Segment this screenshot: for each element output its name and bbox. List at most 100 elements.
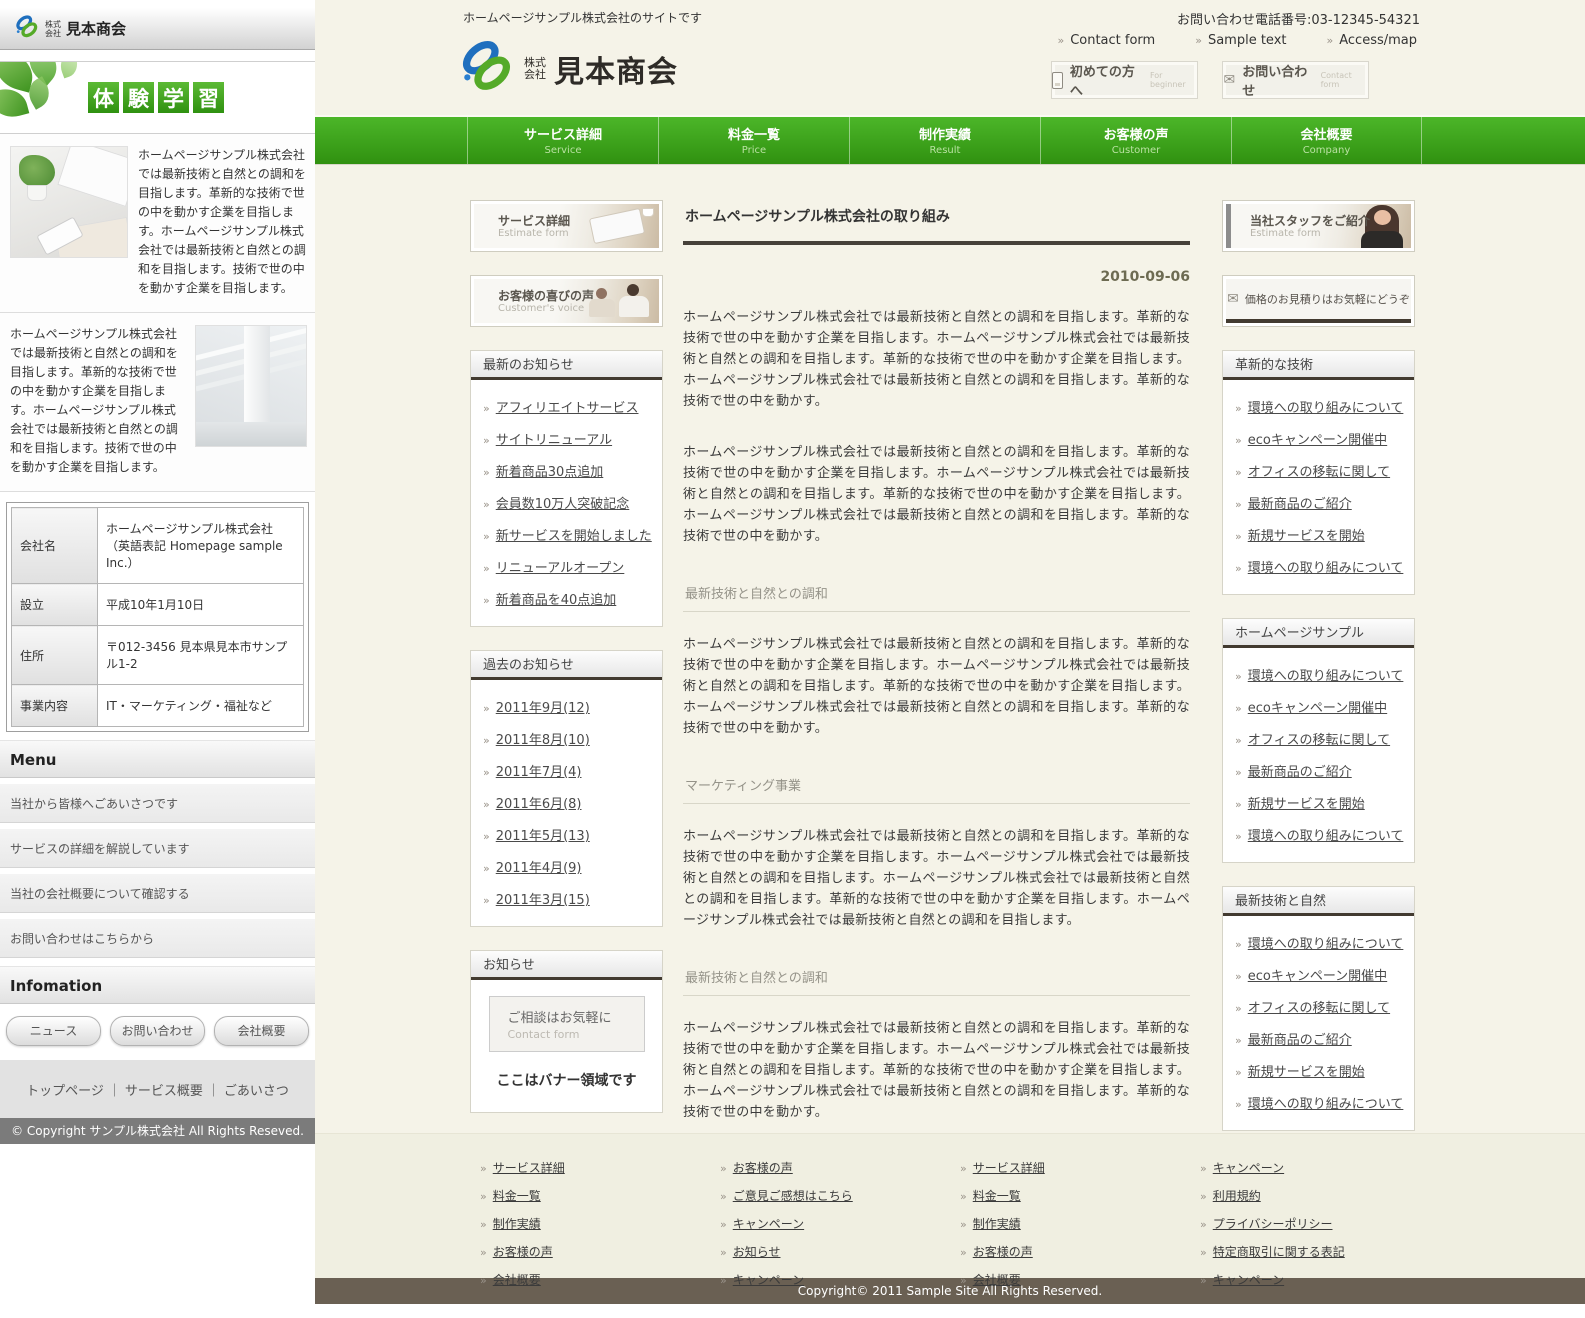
side-link[interactable]: ecoキャンペーン開催中 bbox=[1248, 429, 1387, 448]
side-link[interactable]: 最新商品のご紹介 bbox=[1248, 493, 1352, 512]
nav-item-company[interactable]: 会社概要 Company bbox=[1231, 117, 1422, 164]
side-link[interactable]: 最新商品のご紹介 bbox=[1248, 761, 1352, 780]
side-link[interactable]: オフィスの移転に関して bbox=[1248, 729, 1390, 748]
footer-link[interactable]: 料金一覧 bbox=[493, 1187, 541, 1204]
footer-link[interactable]: ご意見ご感想はこちら bbox=[733, 1187, 853, 1204]
archive-link[interactable]: 2011年8月(10) bbox=[496, 729, 590, 748]
logo-prefix-bottom: 会社 bbox=[45, 29, 61, 38]
archive-link[interactable]: 2011年7月(4) bbox=[496, 761, 582, 780]
news-link[interactable]: 新着商品30点追加 bbox=[496, 461, 604, 480]
consultation-banner[interactable]: ご相談はお気軽に Contact form bbox=[489, 996, 645, 1052]
sidebar-logo[interactable]: 株式会社 見本商会 bbox=[0, 8, 315, 50]
list-item: »リニューアルオープン bbox=[483, 550, 654, 582]
side-link[interactable]: オフィスの移転に関して bbox=[1248, 997, 1390, 1016]
footer-link[interactable]: サービス詳細 bbox=[973, 1159, 1045, 1176]
contact-button[interactable]: お問い合わせ bbox=[110, 1016, 205, 1046]
mail-icon: ✉ bbox=[1227, 292, 1239, 306]
primary-nav: サービス詳細 Service 料金一覧 Price 制作実績 Result お客… bbox=[315, 115, 1585, 165]
arrow-icon: » bbox=[960, 1246, 967, 1259]
side-link[interactable]: オフィスの移転に関して bbox=[1248, 461, 1390, 480]
arrow-icon: » bbox=[1327, 34, 1334, 47]
archive-link[interactable]: 2011年5月(13) bbox=[496, 825, 590, 844]
desk-photo bbox=[10, 146, 128, 258]
nav-item-result[interactable]: 制作実績 Result bbox=[849, 117, 1040, 164]
side-link[interactable]: 新規サービスを開始 bbox=[1248, 793, 1365, 812]
staff-banner[interactable]: 当社スタッフをご紹介 Estimate form bbox=[1222, 200, 1415, 252]
header-logo[interactable]: 株式会社 見本商会 bbox=[458, 40, 678, 98]
news-link[interactable]: 新サービスを開始しました bbox=[496, 525, 652, 544]
arrow-icon: » bbox=[1200, 1246, 1207, 1259]
service-detail-banner[interactable]: サービス詳細 Estimate form bbox=[470, 200, 663, 252]
contact-form-link[interactable]: Contact form bbox=[1070, 33, 1155, 48]
footer-link[interactable]: 料金一覧 bbox=[973, 1187, 1021, 1204]
side-link[interactable]: 最新商品のご紹介 bbox=[1248, 1029, 1352, 1048]
customer-voice-banner[interactable]: お客様の喜びの声 Customer's voice bbox=[470, 275, 663, 327]
side-link[interactable]: 環境への取り組みについて bbox=[1248, 1093, 1404, 1112]
nav-item-price[interactable]: 料金一覧 Price bbox=[658, 117, 849, 164]
table-row: 住所 〒012-3456 見本県見本市サンプル1-2 bbox=[12, 626, 304, 685]
footer-link[interactable]: プライバシーポリシー bbox=[1213, 1215, 1333, 1232]
experience-banner[interactable]: 体 験 学 習 bbox=[0, 62, 315, 134]
news-link[interactable]: 新着商品を40点追加 bbox=[496, 589, 617, 608]
company-button[interactable]: 会社概要 bbox=[214, 1016, 309, 1046]
list-item: »最新商品のご紹介 bbox=[1235, 754, 1406, 786]
side-link[interactable]: ecoキャンペーン開催中 bbox=[1248, 965, 1387, 984]
footer-link[interactable]: 利用規約 bbox=[1213, 1187, 1261, 1204]
archive-link[interactable]: 2011年4月(9) bbox=[496, 857, 582, 876]
list-item: »新規サービスを開始 bbox=[1235, 518, 1406, 550]
side-link[interactable]: 環境への取り組みについて bbox=[1248, 825, 1404, 844]
beginner-button[interactable]: 初めての方へ For beginner bbox=[1051, 61, 1198, 99]
sidebar-item-company[interactable]: 当社の会社概要について確認する bbox=[0, 873, 315, 913]
nav-item-service[interactable]: サービス詳細 Service bbox=[467, 117, 658, 164]
side-link[interactable]: 環境への取り組みについて bbox=[1248, 557, 1404, 576]
greeting-link[interactable]: ごあいさつ bbox=[224, 1080, 289, 1099]
list-item: »お客様の声 bbox=[480, 1238, 720, 1266]
nav-item-customer[interactable]: お客様の声 Customer bbox=[1040, 117, 1231, 164]
footer-link[interactable]: キャンペーン bbox=[1213, 1159, 1284, 1176]
estimate-banner[interactable]: ✉ 価格のお見積りはお気軽にどうぞ bbox=[1222, 275, 1415, 327]
footer-link[interactable]: キャンペーン bbox=[733, 1271, 804, 1288]
news-link[interactable]: サイトリニューアル bbox=[496, 429, 612, 448]
divider bbox=[0, 50, 315, 62]
sidebar-item-service[interactable]: サービスの詳細を解説しています bbox=[0, 828, 315, 868]
top-page-link[interactable]: トップページ bbox=[26, 1080, 104, 1099]
archive-link[interactable]: 2011年9月(12) bbox=[496, 697, 590, 716]
footer-link[interactable]: お知らせ bbox=[733, 1243, 781, 1260]
footer-link[interactable]: キャンペーン bbox=[1213, 1271, 1284, 1288]
side-link[interactable]: 環境への取り組みについて bbox=[1248, 397, 1404, 416]
footer-link[interactable]: お客様の声 bbox=[493, 1243, 553, 1260]
archive-link[interactable]: 2011年6月(8) bbox=[496, 793, 582, 812]
footer-link[interactable]: 制作実績 bbox=[493, 1215, 541, 1232]
footer-link[interactable]: お客様の声 bbox=[973, 1243, 1033, 1260]
sample-text-link[interactable]: Sample text bbox=[1208, 33, 1287, 48]
side-link[interactable]: 環境への取り組みについて bbox=[1248, 933, 1404, 952]
side-link[interactable]: ecoキャンペーン開催中 bbox=[1248, 697, 1387, 716]
sidebar-item-greeting[interactable]: 当社から皆様へごあいさつです bbox=[0, 783, 315, 823]
leaf-decoration bbox=[57, 62, 81, 78]
contact-button[interactable]: ✉ お問い合わせ Contact form bbox=[1222, 61, 1369, 99]
arrow-icon: » bbox=[1235, 1034, 1242, 1047]
side-link[interactable]: 新規サービスを開始 bbox=[1248, 1061, 1365, 1080]
footer-link[interactable]: 特定商取引に関する表記 bbox=[1213, 1243, 1345, 1260]
news-link[interactable]: リニューアルオープン bbox=[496, 557, 625, 576]
footer-column-1: »サービス詳細 »料金一覧 »制作実績 »お客様の声 »会社概要 bbox=[480, 1154, 720, 1278]
footer-link[interactable]: 会社概要 bbox=[493, 1271, 541, 1288]
side-link[interactable]: 環境への取り組みについて bbox=[1248, 665, 1404, 684]
list-item: »アフィリエイトサービス bbox=[483, 390, 654, 422]
arrow-icon: » bbox=[720, 1190, 727, 1203]
news-link[interactable]: アフィリエイトサービス bbox=[496, 397, 639, 416]
service-overview-link[interactable]: サービス概要 bbox=[125, 1080, 203, 1099]
footer-link[interactable]: 制作実績 bbox=[973, 1215, 1021, 1232]
sidebar-item-contact[interactable]: お問い合わせはこちらから bbox=[0, 918, 315, 958]
list-item: »ecoキャンペーン開催中 bbox=[1235, 422, 1406, 454]
banner-area-note: ここはバナー領域です bbox=[471, 1070, 662, 1090]
footer-link[interactable]: お客様の声 bbox=[733, 1159, 793, 1176]
footer-link[interactable]: キャンペーン bbox=[733, 1215, 804, 1232]
news-button[interactable]: ニュース bbox=[6, 1016, 101, 1046]
archive-link[interactable]: 2011年3月(15) bbox=[496, 889, 590, 908]
side-link[interactable]: 新規サービスを開始 bbox=[1248, 525, 1365, 544]
news-link[interactable]: 会員数10万人突破記念 bbox=[496, 493, 630, 512]
access-map-link[interactable]: Access/map bbox=[1339, 33, 1417, 48]
company-name: 見本商会 bbox=[554, 47, 678, 91]
footer-link[interactable]: サービス詳細 bbox=[493, 1159, 565, 1176]
